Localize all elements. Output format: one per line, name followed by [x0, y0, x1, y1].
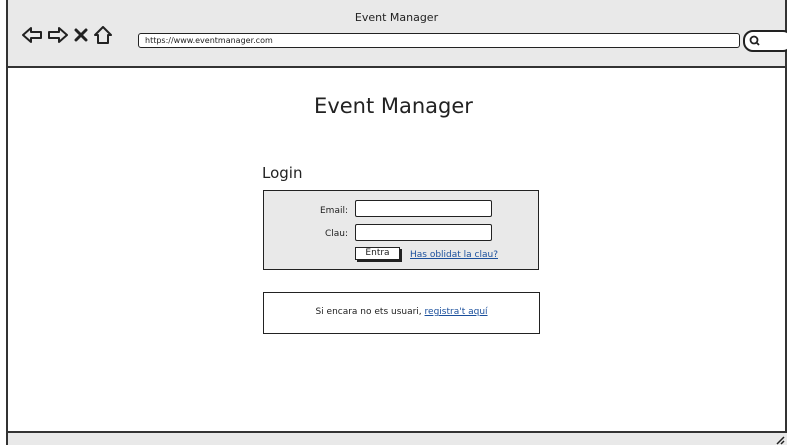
search-button[interactable] — [743, 30, 787, 52]
register-text: Si encara no ets usuari, — [315, 307, 422, 317]
email-label: Email: — [319, 206, 348, 216]
back-arrow-icon[interactable] — [22, 26, 42, 44]
forgot-password-link[interactable]: Has oblidat la clau? — [410, 250, 498, 260]
browser-chrome: Event Manager https://www.eventmanager.c… — [8, 0, 787, 68]
status-bar — [6, 431, 787, 445]
resize-handle-icon[interactable] — [775, 435, 785, 445]
home-icon[interactable] — [94, 26, 112, 44]
email-field[interactable] — [355, 200, 492, 217]
password-label: Clau: — [324, 229, 348, 239]
login-heading: Login — [262, 164, 303, 182]
login-form: Email: Clau: Entra Has oblidat la clau? — [263, 190, 539, 270]
close-x-icon[interactable] — [74, 27, 88, 43]
address-bar[interactable]: https://www.eventmanager.com — [138, 33, 740, 48]
password-field[interactable] — [355, 224, 492, 241]
register-link[interactable]: registra't aquí — [425, 307, 488, 317]
page-title: Event Manager — [314, 94, 473, 118]
search-icon — [749, 35, 760, 46]
forward-arrow-icon[interactable] — [48, 26, 68, 44]
register-box: Si encara no ets usuari, registra't aquí — [263, 292, 540, 334]
login-button[interactable]: Entra — [355, 247, 400, 260]
window-title: Event Manager — [354, 11, 439, 24]
nav-buttons — [22, 26, 112, 44]
